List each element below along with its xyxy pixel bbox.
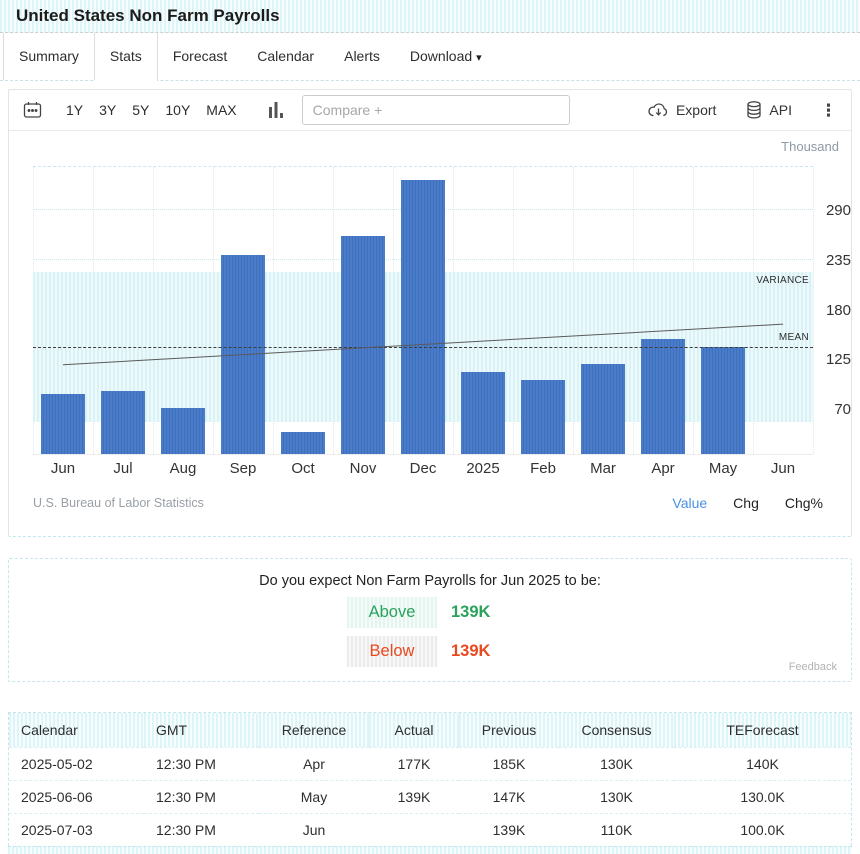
cell-date: 2025-07-03 — [9, 813, 144, 846]
cell-reference: Apr — [259, 747, 369, 780]
caret-down-icon: ▾ — [476, 52, 482, 64]
tab-summary[interactable]: Summary — [3, 33, 95, 80]
poll-above-value: 139K — [451, 603, 513, 622]
x-label-Mar: Mar — [590, 460, 616, 477]
cell-reference: Jun — [259, 813, 369, 846]
kebab-menu-icon[interactable]: ⋮ — [820, 102, 837, 119]
chart-toolbar: 1Y 3Y 5Y 10Y MAX Export — [9, 90, 851, 131]
y-tick-180: 180 — [826, 302, 851, 319]
y-tick-125: 125 — [826, 351, 851, 368]
mean-label: MEAN — [779, 332, 809, 343]
calendar-table: Calendar GMT Reference Actual Previous C… — [8, 712, 852, 846]
cell-previous: 139K — [459, 813, 559, 846]
col-gmt: GMT — [144, 713, 259, 747]
poll-below-button[interactable]: Below — [347, 636, 437, 667]
x-label-Sep: Sep — [230, 460, 257, 477]
x-label-May: May — [709, 460, 737, 477]
poll-below-value: 139K — [451, 642, 513, 661]
x-label-Aug: Aug — [170, 460, 197, 477]
poll-box: Do you expect Non Farm Payrolls for Jun … — [8, 558, 852, 682]
table-row: 2025-05-02 12:30 PM Apr 177K 185K 130K 1… — [9, 747, 851, 780]
col-teforecast: TEForecast — [674, 713, 851, 747]
cell-actual: 177K — [369, 747, 459, 780]
range-5y-button[interactable]: 5Y — [124, 98, 157, 122]
trend-line — [33, 167, 813, 456]
y-tick-70: 70 — [834, 401, 851, 418]
compare-input[interactable] — [302, 95, 570, 125]
page-title: United States Non Farm Payrolls — [0, 0, 860, 33]
cell-actual: 139K — [369, 780, 459, 813]
col-calendar: Calendar — [9, 713, 144, 747]
api-label: API — [769, 102, 792, 118]
tab-forecast[interactable]: Forecast — [158, 33, 242, 80]
range-1y-button[interactable]: 1Y — [58, 98, 91, 122]
gridline-x — [813, 167, 814, 454]
poll-question: Do you expect Non Farm Payrolls for Jun … — [9, 573, 851, 589]
cell-previous: 147K — [459, 780, 559, 813]
table-header-row: Calendar GMT Reference Actual Previous C… — [9, 713, 851, 747]
y-axis: 70 125 180 235 290 — [817, 166, 851, 455]
table-row: 2025-06-06 12:30 PM May 139K 147K 130K 1… — [9, 780, 851, 813]
cell-actual — [369, 813, 459, 846]
cell-gmt: 12:30 PM — [144, 747, 259, 780]
x-axis: Jun Jul Aug Sep Oct Nov Dec 2025 Feb Mar Apr May Jun — [33, 460, 813, 480]
bar-chart-icon[interactable] — [269, 102, 284, 118]
mode-chg-button[interactable]: Chg — [733, 495, 759, 511]
tab-stats[interactable]: Stats — [95, 33, 158, 80]
x-label-Jun: Jun — [771, 460, 795, 477]
chart-footer: U.S. Bureau of Labor Statistics Value Ch… — [33, 492, 823, 514]
next-section-strip — [8, 846, 852, 854]
poll-above-button[interactable]: Above — [347, 597, 437, 628]
calendar-icon[interactable] — [23, 101, 42, 119]
cell-teforecast: 140K — [674, 747, 851, 780]
x-label-Feb: Feb — [530, 460, 556, 477]
cell-teforecast: 130.0K — [674, 780, 851, 813]
x-label-Nov: Nov — [350, 460, 377, 477]
cloud-download-icon — [648, 102, 669, 118]
source-attribution: U.S. Bureau of Labor Statistics — [33, 496, 204, 510]
x-label-Dec: Dec — [410, 460, 437, 477]
cell-consensus: 130K — [559, 780, 674, 813]
plot-area: VARIANCE MEAN — [33, 166, 813, 455]
y-axis-unit-label: Thousand — [781, 139, 839, 154]
tab-bar: Summary Stats Forecast Calendar Alerts D… — [0, 33, 860, 81]
y-tick-235: 235 — [826, 252, 851, 269]
cell-date: 2025-06-06 — [9, 780, 144, 813]
cell-date: 2025-05-02 — [9, 747, 144, 780]
cell-teforecast: 100.0K — [674, 813, 851, 846]
y-tick-290: 290 — [826, 202, 851, 219]
cell-consensus: 110K — [559, 813, 674, 846]
feedback-link[interactable]: Feedback — [789, 661, 837, 673]
range-max-button[interactable]: MAX — [198, 98, 244, 122]
range-3y-button[interactable]: 3Y — [91, 98, 124, 122]
col-actual: Actual — [369, 713, 459, 747]
tab-alerts[interactable]: Alerts — [329, 33, 395, 80]
database-icon — [746, 101, 762, 119]
mode-value-button[interactable]: Value — [672, 495, 707, 511]
tab-calendar[interactable]: Calendar — [242, 33, 329, 80]
tab-download[interactable]: Download ▾ — [395, 33, 497, 80]
cell-consensus: 130K — [559, 747, 674, 780]
stats-panel: 1Y 3Y 5Y 10Y MAX Export — [8, 89, 852, 537]
cell-gmt: 12:30 PM — [144, 813, 259, 846]
col-previous: Previous — [459, 713, 559, 747]
col-consensus: Consensus — [559, 713, 674, 747]
chart: Thousand VARIANCE MEAN 70 125 180 235 290 Ju… — [9, 131, 851, 535]
col-reference: Reference — [259, 713, 369, 747]
x-label-Oct: Oct — [291, 460, 314, 477]
export-label: Export — [676, 102, 716, 118]
cell-gmt: 12:30 PM — [144, 780, 259, 813]
tab-download-label: Download — [410, 48, 472, 64]
x-label-2025: 2025 — [466, 460, 499, 477]
cell-previous: 185K — [459, 747, 559, 780]
x-label-Apr: Apr — [651, 460, 674, 477]
mode-chgpct-button[interactable]: Chg% — [785, 495, 823, 511]
export-button[interactable]: Export — [648, 102, 716, 118]
api-button[interactable]: API — [746, 101, 792, 119]
table-row: 2025-07-03 12:30 PM Jun 139K 110K 100.0K — [9, 813, 851, 846]
cell-reference: May — [259, 780, 369, 813]
x-label-Jul: Jul — [113, 460, 132, 477]
x-label-Jun: Jun — [51, 460, 75, 477]
range-10y-button[interactable]: 10Y — [157, 98, 198, 122]
